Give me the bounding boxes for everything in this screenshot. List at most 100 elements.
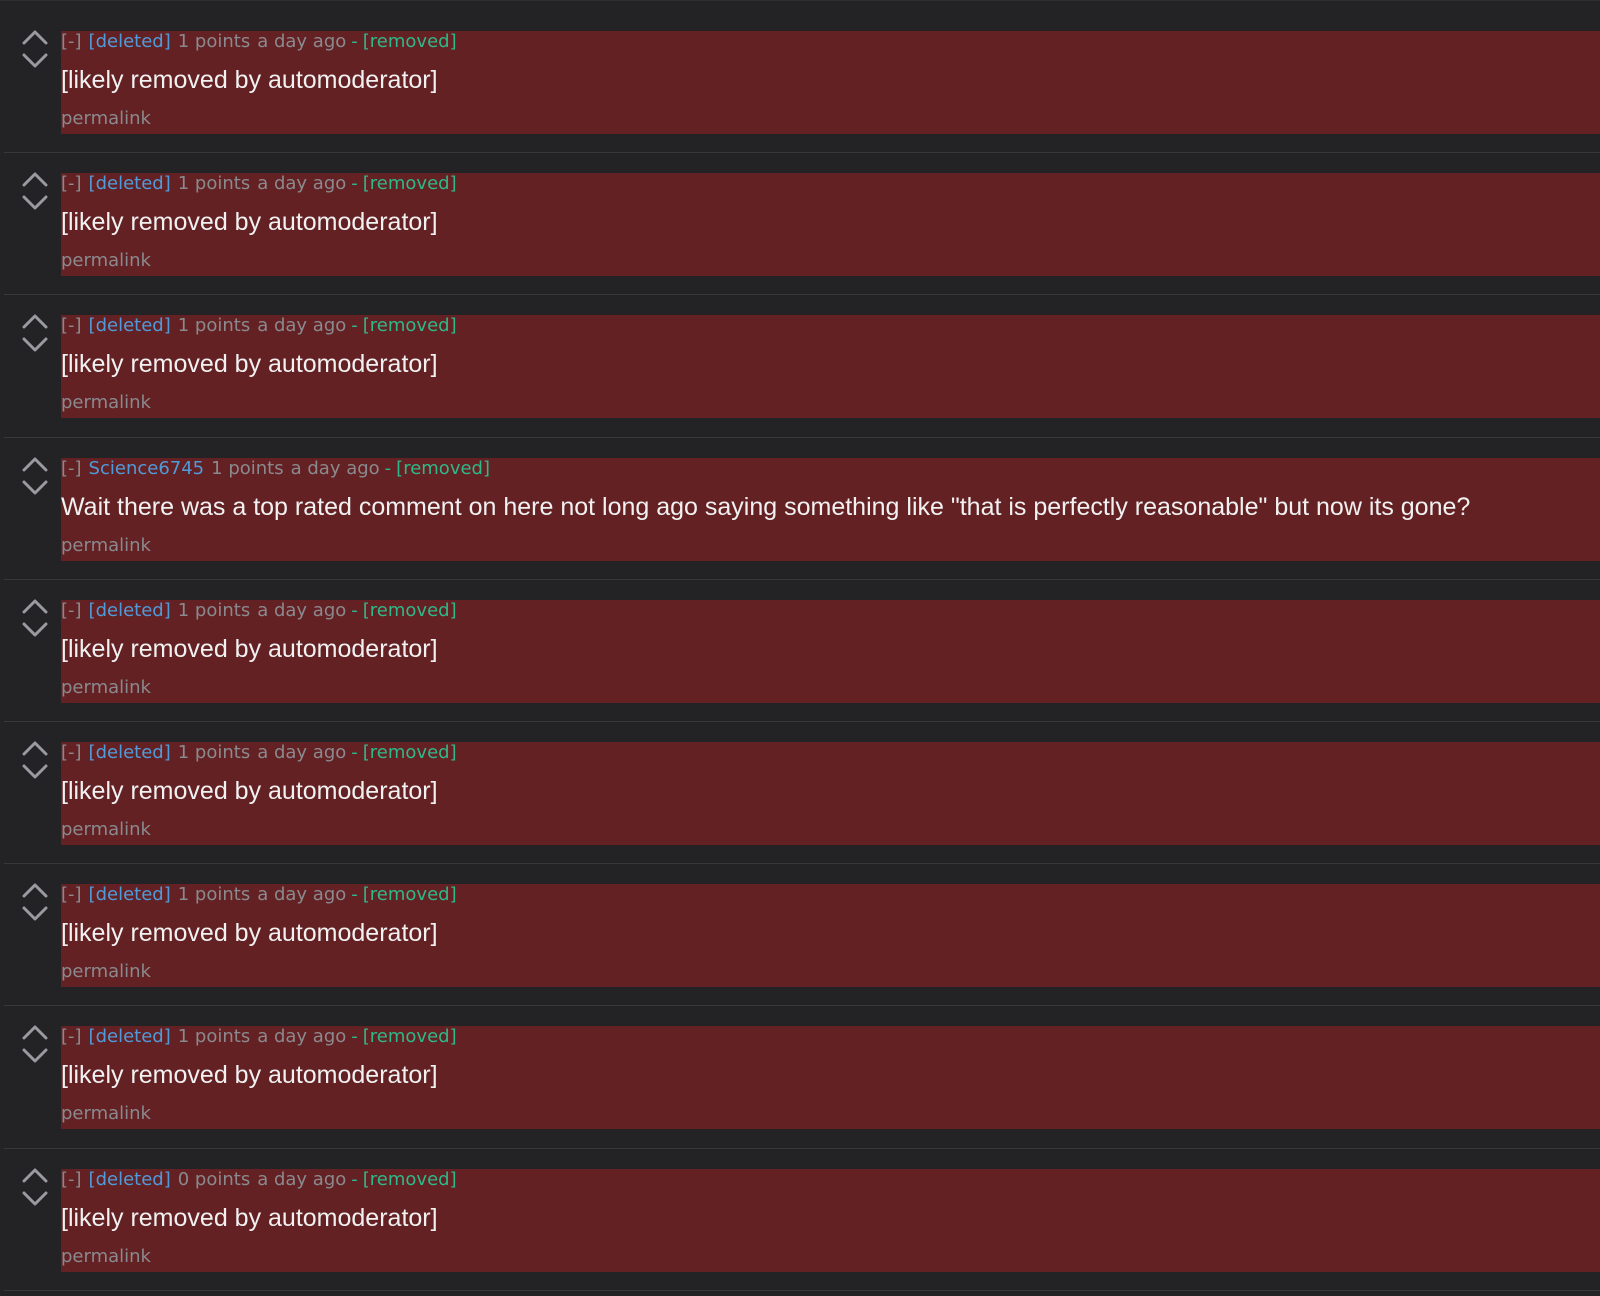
comment-thread: [-] [deleted] 1 points a day ago - [removed] … [0, 0, 1600, 1296]
downvote-arrow-icon[interactable] [22, 1048, 48, 1064]
permalink-link[interactable]: permalink [61, 535, 151, 557]
comment-tagline: [-] [deleted] 1 points a day ago - [removed] [61, 31, 464, 53]
downvote-arrow-icon[interactable] [22, 906, 48, 922]
separator: - [351, 1168, 358, 1190]
comment: [-] Science6745 1 points a day ago - [removed… [4, 438, 1600, 580]
timestamp: a day ago [257, 1168, 347, 1190]
separator: - [351, 741, 358, 763]
comment-tagline: [-] [deleted] 1 points a day ago - [removed] [61, 1026, 464, 1048]
status-badge: [removed] [362, 1168, 457, 1190]
status-badge: [removed] [362, 741, 457, 763]
upvote-arrow-icon[interactable] [22, 1024, 48, 1040]
author-link[interactable]: [deleted] [89, 31, 171, 52]
separator: - [351, 884, 358, 906]
collapse-toggle[interactable]: [-] [61, 884, 82, 905]
upvote-arrow-icon[interactable] [22, 740, 48, 756]
status-badge: [removed] [362, 173, 457, 195]
vote-controls [20, 740, 50, 790]
score: 1 points [177, 1026, 251, 1048]
upvote-arrow-icon[interactable] [22, 29, 48, 45]
comment: [-] [deleted] 1 points a day ago - [removed] … [4, 153, 1600, 296]
comment-tagline: [-] [deleted] 0 points a day ago - [removed] [61, 1169, 464, 1191]
collapse-toggle[interactable]: [-] [61, 173, 82, 194]
comment: [-] [deleted] 0 points a day ago - [removed] … [4, 1149, 1600, 1291]
score: 1 points [177, 599, 251, 621]
author-link[interactable]: [deleted] [89, 1026, 171, 1047]
status-badge: [removed] [362, 31, 457, 52]
comment-text: [likely removed by automoderator] [61, 350, 438, 379]
permalink-link[interactable]: permalink [61, 1103, 151, 1125]
status-badge: [removed] [362, 884, 457, 906]
author-link[interactable]: [deleted] [89, 1169, 171, 1190]
collapse-toggle[interactable]: [-] [61, 1026, 82, 1047]
permalink-link[interactable]: permalink [61, 250, 151, 272]
removed-comment-body: [-] [deleted] 1 points a day ago - [removed] … [61, 31, 1600, 134]
downvote-arrow-icon[interactable] [22, 764, 48, 780]
vote-controls [20, 598, 50, 648]
collapse-toggle[interactable]: [-] [61, 31, 82, 52]
author-link[interactable]: [deleted] [89, 315, 171, 336]
upvote-arrow-icon[interactable] [22, 598, 48, 614]
comment: [-] [deleted] 1 points a day ago - [removed] … [4, 864, 1600, 1007]
comment-tagline: [-] [deleted] 1 points a day ago - [removed] [61, 315, 464, 337]
downvote-arrow-icon[interactable] [22, 1191, 48, 1207]
author-link[interactable]: [deleted] [89, 173, 171, 194]
author-link[interactable]: [deleted] [89, 884, 171, 905]
comment-text: [likely removed by automoderator] [61, 776, 438, 805]
comment-tagline: [-] [deleted] 1 points a day ago - [removed] [61, 884, 464, 906]
comment-text: [likely removed by automoderator] [61, 634, 438, 663]
timestamp: a day ago [257, 173, 347, 195]
removed-comment-body: [-] [deleted] 1 points a day ago - [removed] … [61, 884, 1600, 988]
vote-controls [20, 29, 50, 79]
upvote-arrow-icon[interactable] [22, 1167, 48, 1183]
separator: - [351, 315, 358, 337]
comment-text: Wait there was a top rated comment on he… [61, 492, 1471, 521]
permalink-link[interactable]: permalink [61, 677, 151, 699]
downvote-arrow-icon[interactable] [22, 480, 48, 496]
vote-controls [20, 313, 50, 363]
removed-comment-body: [-] Science6745 1 points a day ago - [removed… [61, 457, 1600, 561]
downvote-arrow-icon[interactable] [22, 622, 48, 638]
score: 1 points [177, 31, 251, 52]
permalink-link[interactable]: permalink [61, 392, 151, 414]
comment-text: [likely removed by automoderator] [61, 1203, 438, 1232]
score: 1 points [177, 315, 251, 337]
upvote-arrow-icon[interactable] [22, 456, 48, 472]
collapse-toggle[interactable]: [-] [61, 600, 82, 621]
permalink-link[interactable]: permalink [61, 1246, 151, 1268]
upvote-arrow-icon[interactable] [22, 171, 48, 187]
status-badge: [removed] [362, 1026, 457, 1048]
timestamp: a day ago [257, 884, 347, 906]
comment-tagline: [-] [deleted] 1 points a day ago - [removed] [61, 742, 464, 764]
downvote-arrow-icon[interactable] [22, 195, 48, 211]
timestamp: a day ago [257, 1026, 347, 1048]
removed-comment-body: [-] [deleted] 1 points a day ago - [removed] … [61, 315, 1600, 419]
timestamp: a day ago [290, 457, 380, 479]
downvote-arrow-icon[interactable] [22, 337, 48, 353]
status-badge: [removed] [362, 599, 457, 621]
removed-comment-body: [-] [deleted] 0 points a day ago - [removed] … [61, 1168, 1600, 1272]
comment-tagline: [-] [deleted] 1 points a day ago - [removed] [61, 600, 464, 622]
vote-controls [20, 1024, 50, 1074]
collapse-toggle[interactable]: [-] [61, 742, 82, 763]
comment-tagline: [-] Science6745 1 points a day ago - [removed… [61, 458, 497, 480]
collapse-toggle[interactable]: [-] [61, 315, 82, 336]
downvote-arrow-icon[interactable] [22, 53, 48, 69]
author-link[interactable]: [deleted] [89, 600, 171, 621]
separator: - [351, 31, 358, 52]
author-link[interactable]: [deleted] [89, 742, 171, 763]
timestamp: a day ago [257, 741, 347, 763]
timestamp: a day ago [257, 315, 347, 337]
permalink-link[interactable]: permalink [61, 108, 151, 130]
collapse-toggle[interactable]: [-] [61, 1169, 82, 1190]
permalink-link[interactable]: permalink [61, 819, 151, 841]
author-link[interactable]: Science6745 [89, 458, 205, 479]
vote-controls [20, 882, 50, 932]
collapse-toggle[interactable]: [-] [61, 458, 82, 479]
upvote-arrow-icon[interactable] [22, 882, 48, 898]
removed-comment-body: [-] [deleted] 1 points a day ago - [removed] … [61, 741, 1600, 845]
comment-text: [likely removed by automoderator] [61, 1061, 438, 1090]
status-badge: [removed] [396, 457, 490, 479]
permalink-link[interactable]: permalink [61, 961, 151, 983]
upvote-arrow-icon[interactable] [22, 313, 48, 329]
